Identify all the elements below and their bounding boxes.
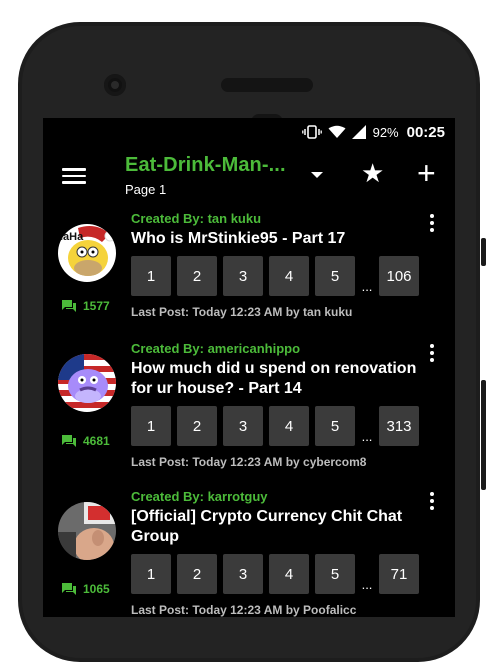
app-screen: 92% 00:25 Eat-Drink-Man-... Page 1 ★ + l… — [43, 118, 455, 617]
last-post-info: Last Post: Today 12:23 AM by tan kuku — [131, 305, 353, 319]
front-camera — [104, 74, 126, 96]
page-ellipsis: ... — [361, 429, 373, 444]
thread-title[interactable]: Who is MrStinkie95 - Part 17 — [131, 229, 421, 249]
page-button-2[interactable]: 2 — [177, 554, 217, 594]
page-button-5[interactable]: 5 — [315, 256, 355, 296]
thread-title[interactable]: How much did u spend on renovation for u… — [131, 359, 421, 399]
thread-creator[interactable]: Created By: tan kuku — [131, 211, 261, 226]
thread-creator[interactable]: Created By: americanhippo — [131, 341, 300, 356]
avatar — [58, 502, 116, 560]
clock: 00:25 — [406, 123, 445, 141]
thread-item[interactable]: 4681 Created By: americanhippo How much … — [43, 338, 455, 486]
svg-text:laHa: laHa — [60, 231, 84, 243]
wifi-icon — [328, 125, 346, 139]
page-button-4[interactable]: 4 — [269, 406, 309, 446]
power-button — [481, 380, 486, 490]
page-button-4[interactable]: 4 — [269, 554, 309, 594]
comments-icon — [62, 300, 76, 312]
reply-count-value: 1065 — [83, 582, 110, 596]
page-button-3[interactable]: 3 — [223, 406, 263, 446]
page-button-last[interactable]: 71 — [379, 554, 419, 594]
page-button-3[interactable]: 3 — [223, 554, 263, 594]
page-button-1[interactable]: 1 — [131, 256, 171, 296]
battery-percent: 92% — [372, 124, 399, 140]
page-ellipsis: ... — [361, 279, 373, 294]
reply-count: 1065 — [61, 582, 110, 596]
page-button-1[interactable]: 1 — [131, 554, 171, 594]
reply-count: 1577 — [61, 299, 110, 313]
page-button-last[interactable]: 106 — [379, 256, 419, 296]
menu-icon[interactable] — [62, 165, 86, 187]
add-icon[interactable]: + — [417, 157, 436, 189]
app-bar: Eat-Drink-Man-... Page 1 ★ + — [43, 146, 455, 208]
page-button-5[interactable]: 5 — [315, 406, 355, 446]
more-options-icon[interactable] — [425, 342, 439, 364]
comments-icon — [62, 435, 76, 447]
reply-count: 4681 — [61, 434, 110, 448]
thread-item[interactable]: laHa 1577 Created By: tan kuku Who is Mr… — [43, 208, 455, 338]
page-buttons: 1 2 3 4 5 ... 313 — [131, 406, 419, 446]
reply-count-value: 4681 — [83, 434, 110, 448]
status-bar: 92% 00:25 — [43, 118, 455, 146]
page-button-5[interactable]: 5 — [315, 554, 355, 594]
page-button-3[interactable]: 3 — [223, 256, 263, 296]
last-post-info: Last Post: Today 12:23 AM by Poofalicc — [131, 603, 357, 617]
last-post-info: Last Post: Today 12:23 AM by cybercom8 — [131, 455, 367, 469]
star-icon[interactable]: ★ — [361, 160, 384, 186]
page-button-4[interactable]: 4 — [269, 256, 309, 296]
page-title[interactable]: Eat-Drink-Man-... — [125, 154, 286, 177]
reply-count-value: 1577 — [83, 299, 110, 313]
comments-icon — [62, 583, 76, 595]
thread-title[interactable]: [Official] Crypto Currency Chit Chat Gro… — [131, 507, 421, 547]
page-button-1[interactable]: 1 — [131, 406, 171, 446]
avatar — [58, 354, 116, 412]
more-options-icon[interactable] — [425, 490, 439, 512]
page-subtitle: Page 1 — [125, 182, 167, 197]
thread-creator[interactable]: Created By: karrotguy — [131, 489, 268, 504]
page-ellipsis: ... — [361, 577, 373, 592]
vibrate-icon — [301, 125, 322, 139]
page-buttons: 1 2 3 4 5 ... 106 — [131, 256, 419, 296]
page-button-2[interactable]: 2 — [177, 406, 217, 446]
volume-button — [481, 238, 486, 266]
avatar: laHa — [58, 224, 116, 282]
page-buttons: 1 2 3 4 5 ... 71 — [131, 554, 419, 594]
page-button-2[interactable]: 2 — [177, 256, 217, 296]
dropdown-icon[interactable] — [311, 172, 323, 178]
more-options-icon[interactable] — [425, 212, 439, 234]
page-button-last[interactable]: 313 — [379, 406, 419, 446]
thread-item[interactable]: 1065 Created By: karrotguy [Official] Cr… — [43, 486, 455, 617]
signal-icon — [351, 125, 367, 139]
earpiece-speaker — [221, 78, 313, 92]
